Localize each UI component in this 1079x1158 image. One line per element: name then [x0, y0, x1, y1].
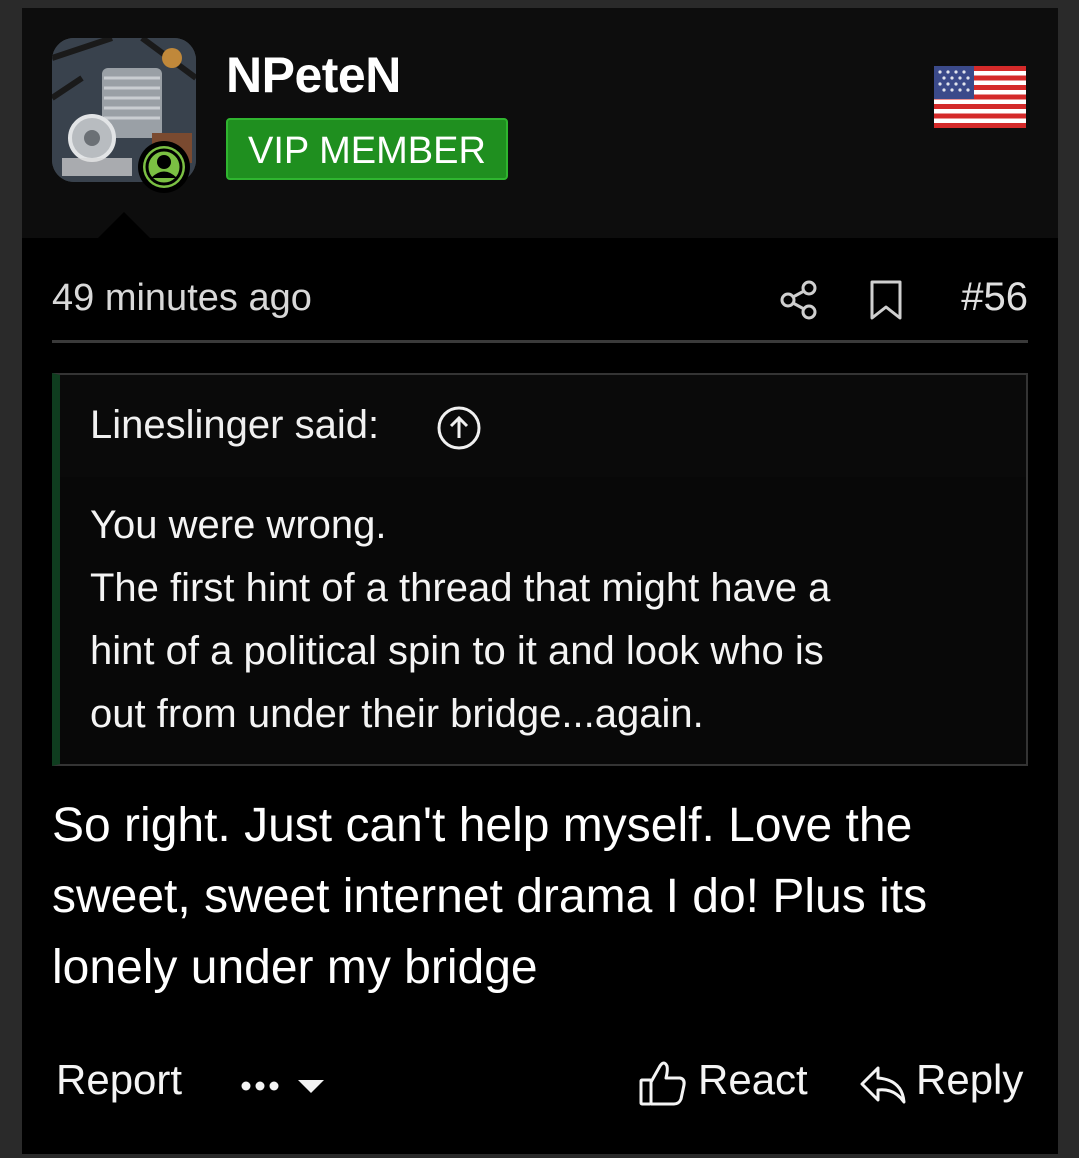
post-number[interactable]: #56 [961, 275, 1028, 320]
reply-button-label[interactable]: Reply [916, 1056, 1023, 1104]
quote-block: Lineslinger said: You were wrong. The fi… [52, 373, 1028, 766]
header-pointer [96, 212, 152, 240]
post-timestamp[interactable]: 49 minutes ago [52, 277, 312, 320]
message-line: sweet, sweet internet drama I do! Plus i… [52, 870, 928, 923]
quote-header: Lineslinger said: [60, 375, 1026, 477]
report-link[interactable]: Report [56, 1056, 182, 1104]
quote-author[interactable]: Lineslinger said: [90, 403, 379, 448]
quote-line: The first hint of a thread that might ha… [90, 566, 831, 610]
online-user-icon [143, 146, 185, 188]
post-meta-row: 49 minutes ago #56 [52, 263, 1028, 343]
username[interactable]: NPeteN [226, 46, 401, 104]
bookmark-icon[interactable] [868, 279, 904, 321]
thumbs-up-icon[interactable] [638, 1058, 688, 1108]
message-line: So right. Just can't help myself. Love t… [52, 799, 913, 852]
forum-post: NPeteN VIP MEMBER 49 minutes ago #56 Lin… [22, 8, 1058, 1154]
user-header: NPeteN VIP MEMBER [22, 8, 1058, 238]
quote-line: You were wrong. [90, 503, 387, 547]
us-flag-icon [934, 66, 1026, 128]
reply-icon[interactable] [858, 1062, 908, 1108]
react-button-label[interactable]: React [698, 1056, 808, 1104]
quote-body: You were wrong. The first hint of a thre… [60, 477, 1026, 764]
message-line: lonely under my bridge [52, 941, 538, 994]
online-status-badge [138, 141, 190, 193]
jump-to-quote-icon[interactable] [436, 405, 482, 451]
quote-line: hint of a political spin to it and look … [90, 629, 824, 673]
share-icon[interactable] [778, 279, 820, 321]
more-options-icon[interactable] [240, 1066, 330, 1106]
vip-member-badge: VIP MEMBER [226, 118, 508, 180]
quote-line: out from under their bridge...again. [90, 692, 704, 736]
